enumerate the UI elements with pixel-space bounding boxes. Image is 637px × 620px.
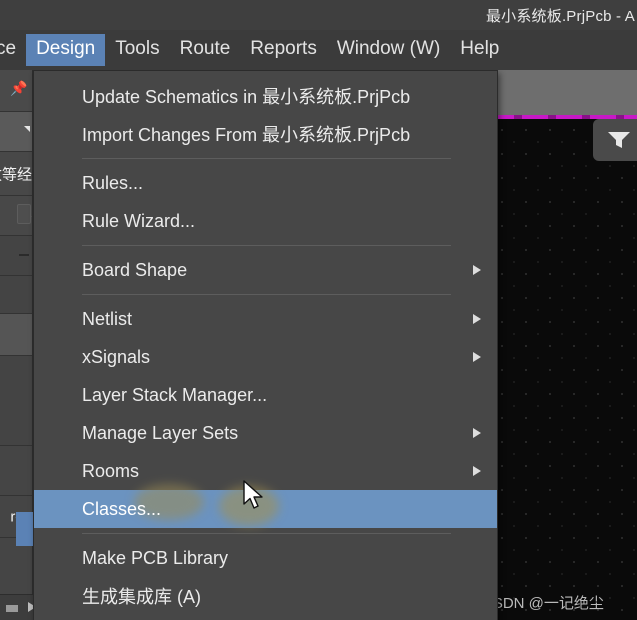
menu-bar-item-window[interactable]: Window (W) bbox=[327, 34, 450, 66]
dock-small-button[interactable] bbox=[17, 204, 31, 224]
menu-item-generate-integrated-library[interactable]: 生成集成库 (A) bbox=[34, 577, 497, 615]
menu-item-board-shape[interactable]: Board Shape bbox=[34, 251, 497, 289]
watermark-text: CSDN @一记绝尘 bbox=[482, 595, 604, 612]
menu-item-xsignals[interactable]: xSignals bbox=[34, 338, 497, 376]
menu-item-rule-wizard[interactable]: Rule Wizard... bbox=[34, 202, 497, 240]
menu-item-label: Rules... bbox=[82, 172, 144, 193]
submenu-arrow-icon bbox=[473, 314, 481, 324]
menu-bar-item-reports[interactable]: Reports bbox=[240, 34, 327, 66]
title-bar: 最小系统板.PrjPcb - A bbox=[0, 0, 637, 30]
dash-icon bbox=[19, 254, 29, 256]
submenu-arrow-icon bbox=[473, 466, 481, 476]
menu-item-make-pcb-library[interactable]: Make PCB Library bbox=[34, 539, 497, 577]
menu-separator bbox=[82, 533, 451, 534]
menu-item-rooms[interactable]: Rooms bbox=[34, 452, 497, 490]
dock-row-blank-1[interactable] bbox=[0, 276, 32, 314]
menu-item-classes[interactable]: Classes... bbox=[34, 484, 497, 528]
dock-row-chinese-label[interactable]: 改等经 bbox=[0, 152, 32, 196]
dock-row-dropdown[interactable] bbox=[0, 112, 32, 152]
menu-item-update-schematics[interactable]: Update Schematics in 最小系统板.PrjPcb bbox=[34, 77, 497, 115]
dock-row-bracket-label[interactable]: Z) bbox=[0, 196, 32, 236]
menu-bar-item-design[interactable]: Design bbox=[26, 34, 106, 66]
mouse-cursor bbox=[243, 480, 265, 517]
menu-separator bbox=[82, 294, 451, 295]
menu-item-rules[interactable]: Rules... bbox=[34, 164, 497, 202]
dock-row-pin[interactable]: 📌 bbox=[0, 70, 32, 112]
menu-separator bbox=[82, 245, 451, 246]
menu-item-label: Classes... bbox=[82, 498, 162, 519]
menu-item-netlist[interactable]: Netlist bbox=[34, 300, 497, 338]
menu-item-layer-stack-manager[interactable]: Layer Stack Manager... bbox=[34, 376, 497, 414]
menu-item-label: Board Shape bbox=[82, 259, 188, 280]
pin-icon[interactable]: 📌 bbox=[10, 80, 27, 97]
dock-row-selected[interactable] bbox=[0, 314, 32, 356]
dock-clipped-label: 改等经 bbox=[0, 166, 32, 183]
menu-item-label: Layer Stack Manager... bbox=[82, 384, 268, 405]
scrollbar-thumb[interactable] bbox=[6, 605, 18, 612]
dock-row-blank-3[interactable] bbox=[0, 446, 32, 496]
menu-item-label: Rule Wizard... bbox=[82, 210, 196, 231]
menu-item-label: xSignals bbox=[82, 346, 151, 367]
dock-row-dash[interactable] bbox=[0, 236, 32, 276]
dock-row-blank-2[interactable] bbox=[0, 356, 32, 446]
menu-item-label: Rooms bbox=[82, 460, 140, 481]
window-title: 最小系统板.PrjPcb - A bbox=[485, 7, 635, 25]
menu-bar[interactable]: ce Design Tools Route Reports Window (W)… bbox=[0, 30, 637, 70]
menu-item-label: Netlist bbox=[82, 308, 133, 329]
menu-bar-item-help[interactable]: Help bbox=[450, 34, 509, 66]
menu-item-label: Make PCB Library bbox=[82, 547, 229, 568]
menu-item-label: Manage Layer Sets bbox=[82, 422, 239, 443]
chevron-down-icon[interactable] bbox=[24, 126, 30, 132]
filter-funnel-icon bbox=[606, 129, 632, 151]
menu-item-label: Import Changes From 最小系统板.PrjPcb bbox=[82, 125, 411, 145]
menu-bar-item-tools[interactable]: Tools bbox=[105, 34, 169, 66]
menu-item-import-changes[interactable]: Import Changes From 最小系统板.PrjPcb bbox=[34, 115, 497, 153]
menu-bar-item-place-clipped[interactable]: ce bbox=[0, 34, 26, 66]
dock-selection-highlight bbox=[16, 512, 33, 546]
menu-item-label: 生成集成库 (A) bbox=[82, 587, 201, 607]
filter-button[interactable] bbox=[593, 119, 637, 161]
menu-item-manage-layer-sets[interactable]: Manage Layer Sets bbox=[34, 414, 497, 452]
submenu-arrow-icon bbox=[473, 265, 481, 275]
submenu-arrow-icon bbox=[473, 428, 481, 438]
menu-separator bbox=[82, 158, 451, 159]
application-window: ✵ IC1 ✦ 2 3V3 CSDN @一记绝尘 📌 改等经 bbox=[0, 0, 637, 620]
menu-item-label: Update Schematics in 最小系统板.PrjPcb bbox=[82, 87, 411, 107]
submenu-arrow-icon bbox=[473, 352, 481, 362]
design-dropdown-menu[interactable]: Update Schematics in 最小系统板.PrjPcb Import… bbox=[33, 70, 498, 620]
menu-bar-item-route[interactable]: Route bbox=[170, 34, 241, 66]
